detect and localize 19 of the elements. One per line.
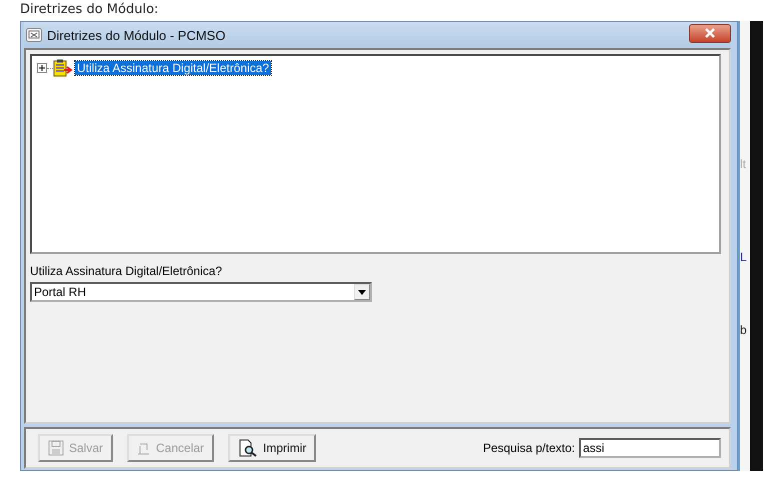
background-text: lt xyxy=(740,157,746,171)
page-caption: Diretrizes do Módulo: xyxy=(20,1,160,19)
dropdown-field[interactable]: Portal RH xyxy=(30,282,372,302)
expand-icon[interactable] xyxy=(37,63,47,73)
clipboard-icon xyxy=(53,59,73,77)
search-label: Pesquisa p/texto: xyxy=(482,441,575,455)
dropdown-arrow-icon xyxy=(358,290,366,294)
tree-item[interactable]: Utiliza Assinatura Digital/Eletrônica? xyxy=(75,61,272,75)
app-icon xyxy=(26,28,42,42)
close-icon xyxy=(704,28,716,38)
window-title: Diretrizes do Módulo - PCMSO xyxy=(47,28,226,42)
background-text: L xyxy=(740,250,747,264)
floppy-icon xyxy=(48,440,64,456)
print-button[interactable]: Imprimir xyxy=(228,434,316,462)
close-button[interactable] xyxy=(689,24,731,42)
field-label: Utiliza Assinatura Digital/Eletrônica? xyxy=(30,264,224,280)
magnifier-document-icon xyxy=(238,439,258,457)
search-field[interactable]: assi xyxy=(579,438,721,458)
background-text: b xyxy=(740,323,747,337)
